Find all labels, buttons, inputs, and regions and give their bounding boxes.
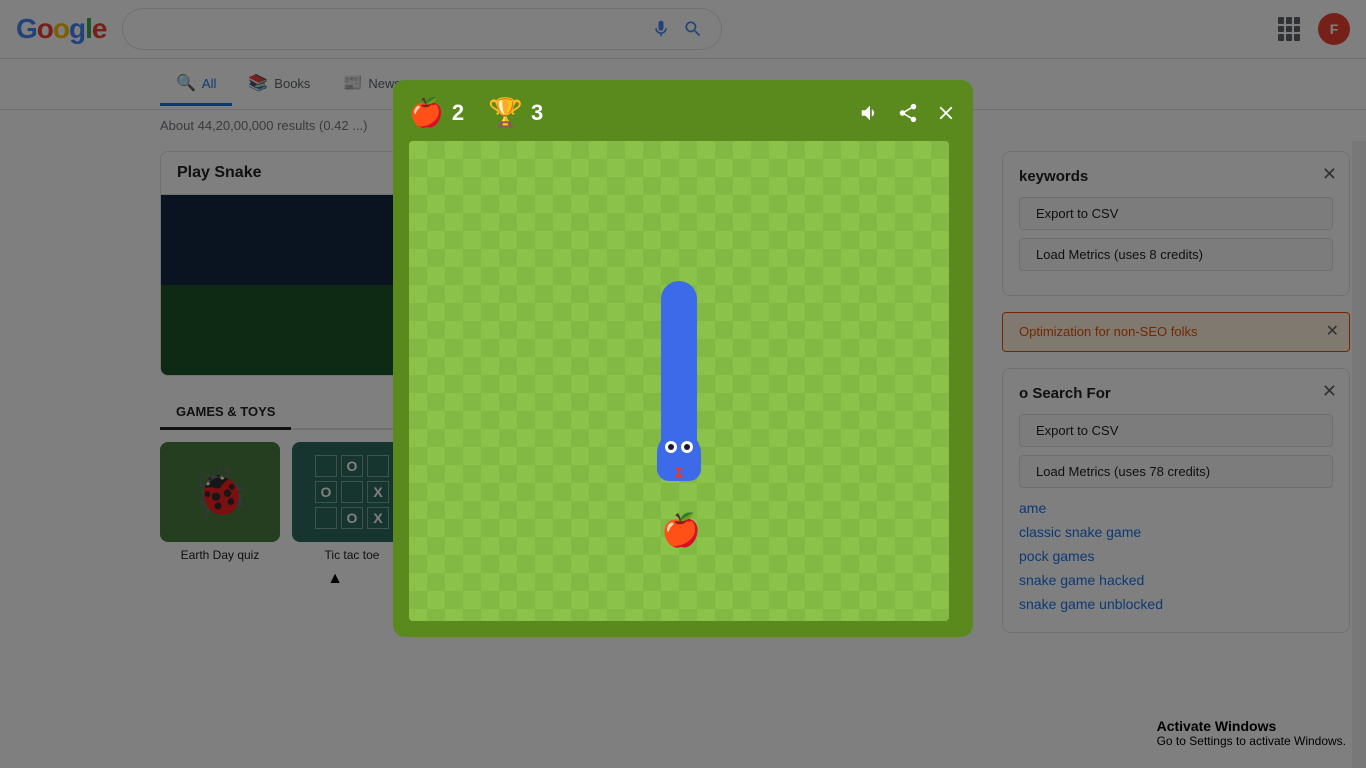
- game-apple: 🍎: [661, 511, 701, 549]
- share-button[interactable]: [897, 102, 919, 124]
- trophy-score-item: 🏆 3: [488, 96, 543, 129]
- modal-overlay[interactable]: 🍎 2 🏆 3: [0, 0, 1366, 768]
- score-section: 🍎 2 🏆 3: [409, 96, 859, 129]
- apple-score-item: 🍎 2: [409, 96, 464, 129]
- snake-head: [657, 431, 701, 481]
- trophy-icon: 🏆: [488, 96, 523, 129]
- snake-pupil-left: [668, 444, 674, 450]
- snake-tongue: [675, 467, 683, 477]
- game-board: 🍎: [409, 141, 949, 621]
- modal-controls: [859, 102, 957, 124]
- snake-game-modal: 🍎 2 🏆 3: [393, 80, 973, 637]
- close-button[interactable]: [935, 102, 957, 124]
- snake-eye-right: [681, 441, 693, 453]
- snake-pupil-right: [684, 444, 690, 450]
- apple-score: 2: [452, 100, 464, 126]
- modal-header: 🍎 2 🏆 3: [409, 96, 957, 129]
- trophy-score: 3: [531, 100, 543, 126]
- volume-button[interactable]: [859, 102, 881, 124]
- snake-eye-left: [665, 441, 677, 453]
- apple-icon: 🍎: [409, 96, 444, 129]
